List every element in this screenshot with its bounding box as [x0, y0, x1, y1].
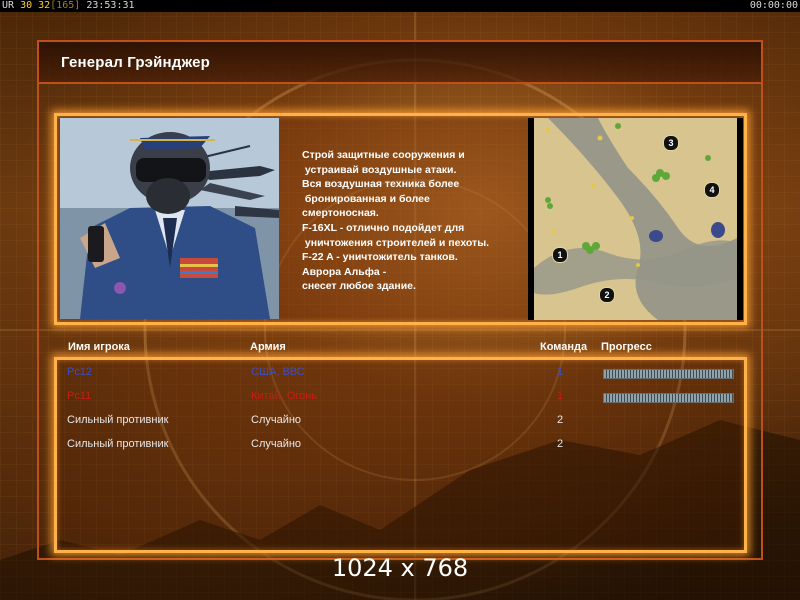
general-description: Строй защитные сооружения и устраивай во…	[302, 148, 524, 294]
player-team: 1	[557, 390, 564, 402]
description-line: смертоносная.	[302, 207, 379, 220]
start-position-marker: 2	[599, 287, 615, 303]
player-army: Китай, Огонь	[251, 390, 318, 402]
description-line: F-16XL - отлично подойдет для	[302, 221, 465, 234]
frame-counter: [165]	[50, 0, 81, 11]
description-line: снесет любое здание.	[302, 280, 416, 293]
player-name: Сильный противник	[67, 438, 169, 450]
header-army: Армия	[250, 341, 286, 353]
player-row: Сильный противник Случайно 2	[0, 414, 800, 430]
header-player-name: Имя игрока	[68, 341, 130, 353]
status-bar: UR 30 32[165] 23:53:31 00:00:00	[0, 0, 800, 12]
description-line: Вся воздушная техника более	[302, 178, 460, 191]
game-timer: 00:00:00	[749, 0, 798, 11]
description-line: Строй защитные сооружения и	[302, 149, 465, 161]
description-line: F-22 A - уничтожитель танков.	[302, 251, 458, 264]
fps-limit-value: 32	[38, 0, 51, 11]
player-progress-bar	[603, 369, 734, 379]
player-army: США, ВВС	[251, 366, 305, 378]
players-panel	[54, 357, 747, 553]
general-portrait	[60, 118, 279, 319]
player-army: Случайно	[251, 414, 302, 426]
resolution-label: 1024 x 768	[331, 554, 469, 582]
map-preview: 1 2 3 4	[528, 118, 743, 320]
start-position-marker: 3	[663, 135, 679, 151]
start-position-marker: 4	[704, 182, 720, 198]
player-army: Случайно	[251, 438, 302, 450]
player-name: Pc11	[67, 390, 92, 402]
player-name: Сильный противник	[67, 414, 169, 426]
description-line: бронированная и более	[302, 192, 430, 205]
player-progress-bar	[603, 393, 734, 403]
system-clock: 23:53:31	[86, 0, 135, 11]
progress-fill	[604, 394, 733, 402]
player-team: 2	[557, 438, 564, 450]
player-team: 1	[557, 366, 564, 378]
fps-value: 30	[20, 0, 33, 11]
general-title: Генерал Грэйнджер	[61, 54, 211, 71]
header-team: Команда	[540, 341, 588, 353]
player-row: Pc11 Китай, Огонь 1	[0, 390, 800, 406]
description-line: уничтожения строителей и пехоты.	[302, 236, 490, 249]
player-team: 2	[557, 414, 564, 426]
player-row: Pc12 США, ВВС 1	[0, 366, 800, 382]
start-position-marker: 1	[552, 247, 568, 263]
header-progress: Прогресс	[601, 341, 652, 353]
description-line: Аврора Альфа -	[302, 265, 387, 278]
player-name: Pc12	[67, 366, 93, 378]
description-line: устраивай воздушные атаки.	[302, 163, 457, 176]
status-prefix: UR	[2, 0, 15, 11]
player-row: Сильный противник Случайно 2	[0, 438, 800, 454]
progress-fill	[604, 370, 733, 378]
